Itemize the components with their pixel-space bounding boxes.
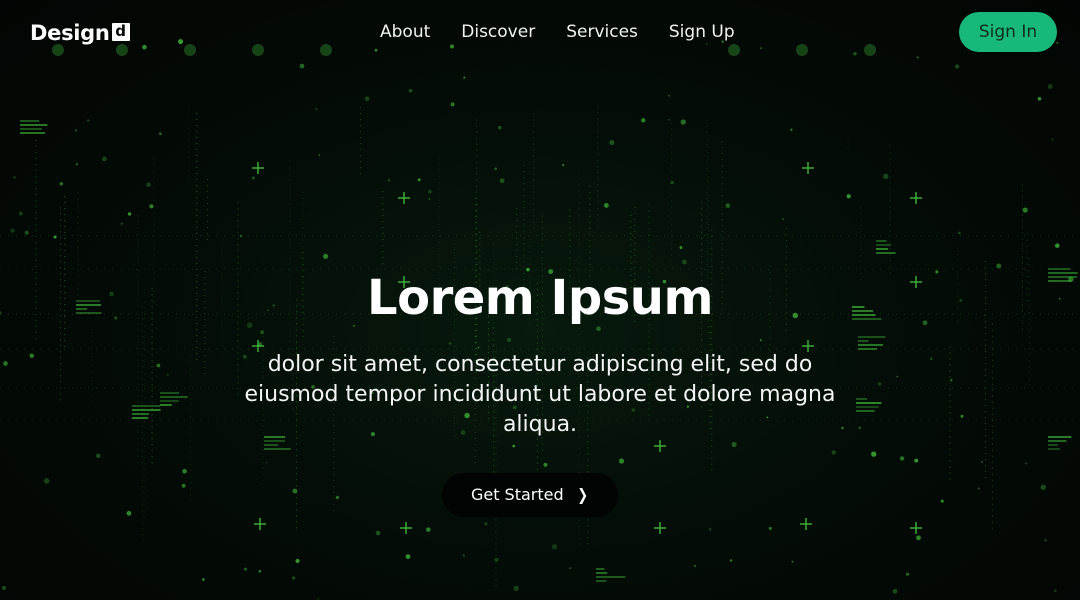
- hero-subtitle: dolor sit amet, consectetur adipiscing e…: [244, 352, 836, 437]
- hero-section: Design d About Discover Services Sign Up…: [0, 0, 1080, 600]
- hero-title: Lorem Ipsum: [367, 270, 714, 326]
- main-menu: About Discover Services Sign Up: [380, 20, 735, 44]
- get-started-button[interactable]: Get Started ❯: [442, 473, 618, 517]
- nav-link-discover[interactable]: Discover: [461, 20, 535, 44]
- chevron-right-icon: ❯: [576, 485, 588, 504]
- brand-badge: d: [111, 23, 130, 41]
- get-started-label: Get Started: [470, 485, 564, 504]
- brand-logo[interactable]: Design d: [30, 19, 130, 47]
- sign-in-button[interactable]: Sign In: [959, 12, 1057, 52]
- nav-link-sign-up[interactable]: Sign Up: [669, 20, 735, 44]
- hero-content: Lorem Ipsum dolor sit amet, consectetur …: [0, 268, 1080, 440]
- brand-name: Design: [30, 21, 110, 45]
- nav-link-about[interactable]: About: [380, 20, 430, 44]
- nav-link-services[interactable]: Services: [566, 20, 638, 44]
- top-navigation: Design d About Discover Services Sign Up…: [0, 0, 1080, 64]
